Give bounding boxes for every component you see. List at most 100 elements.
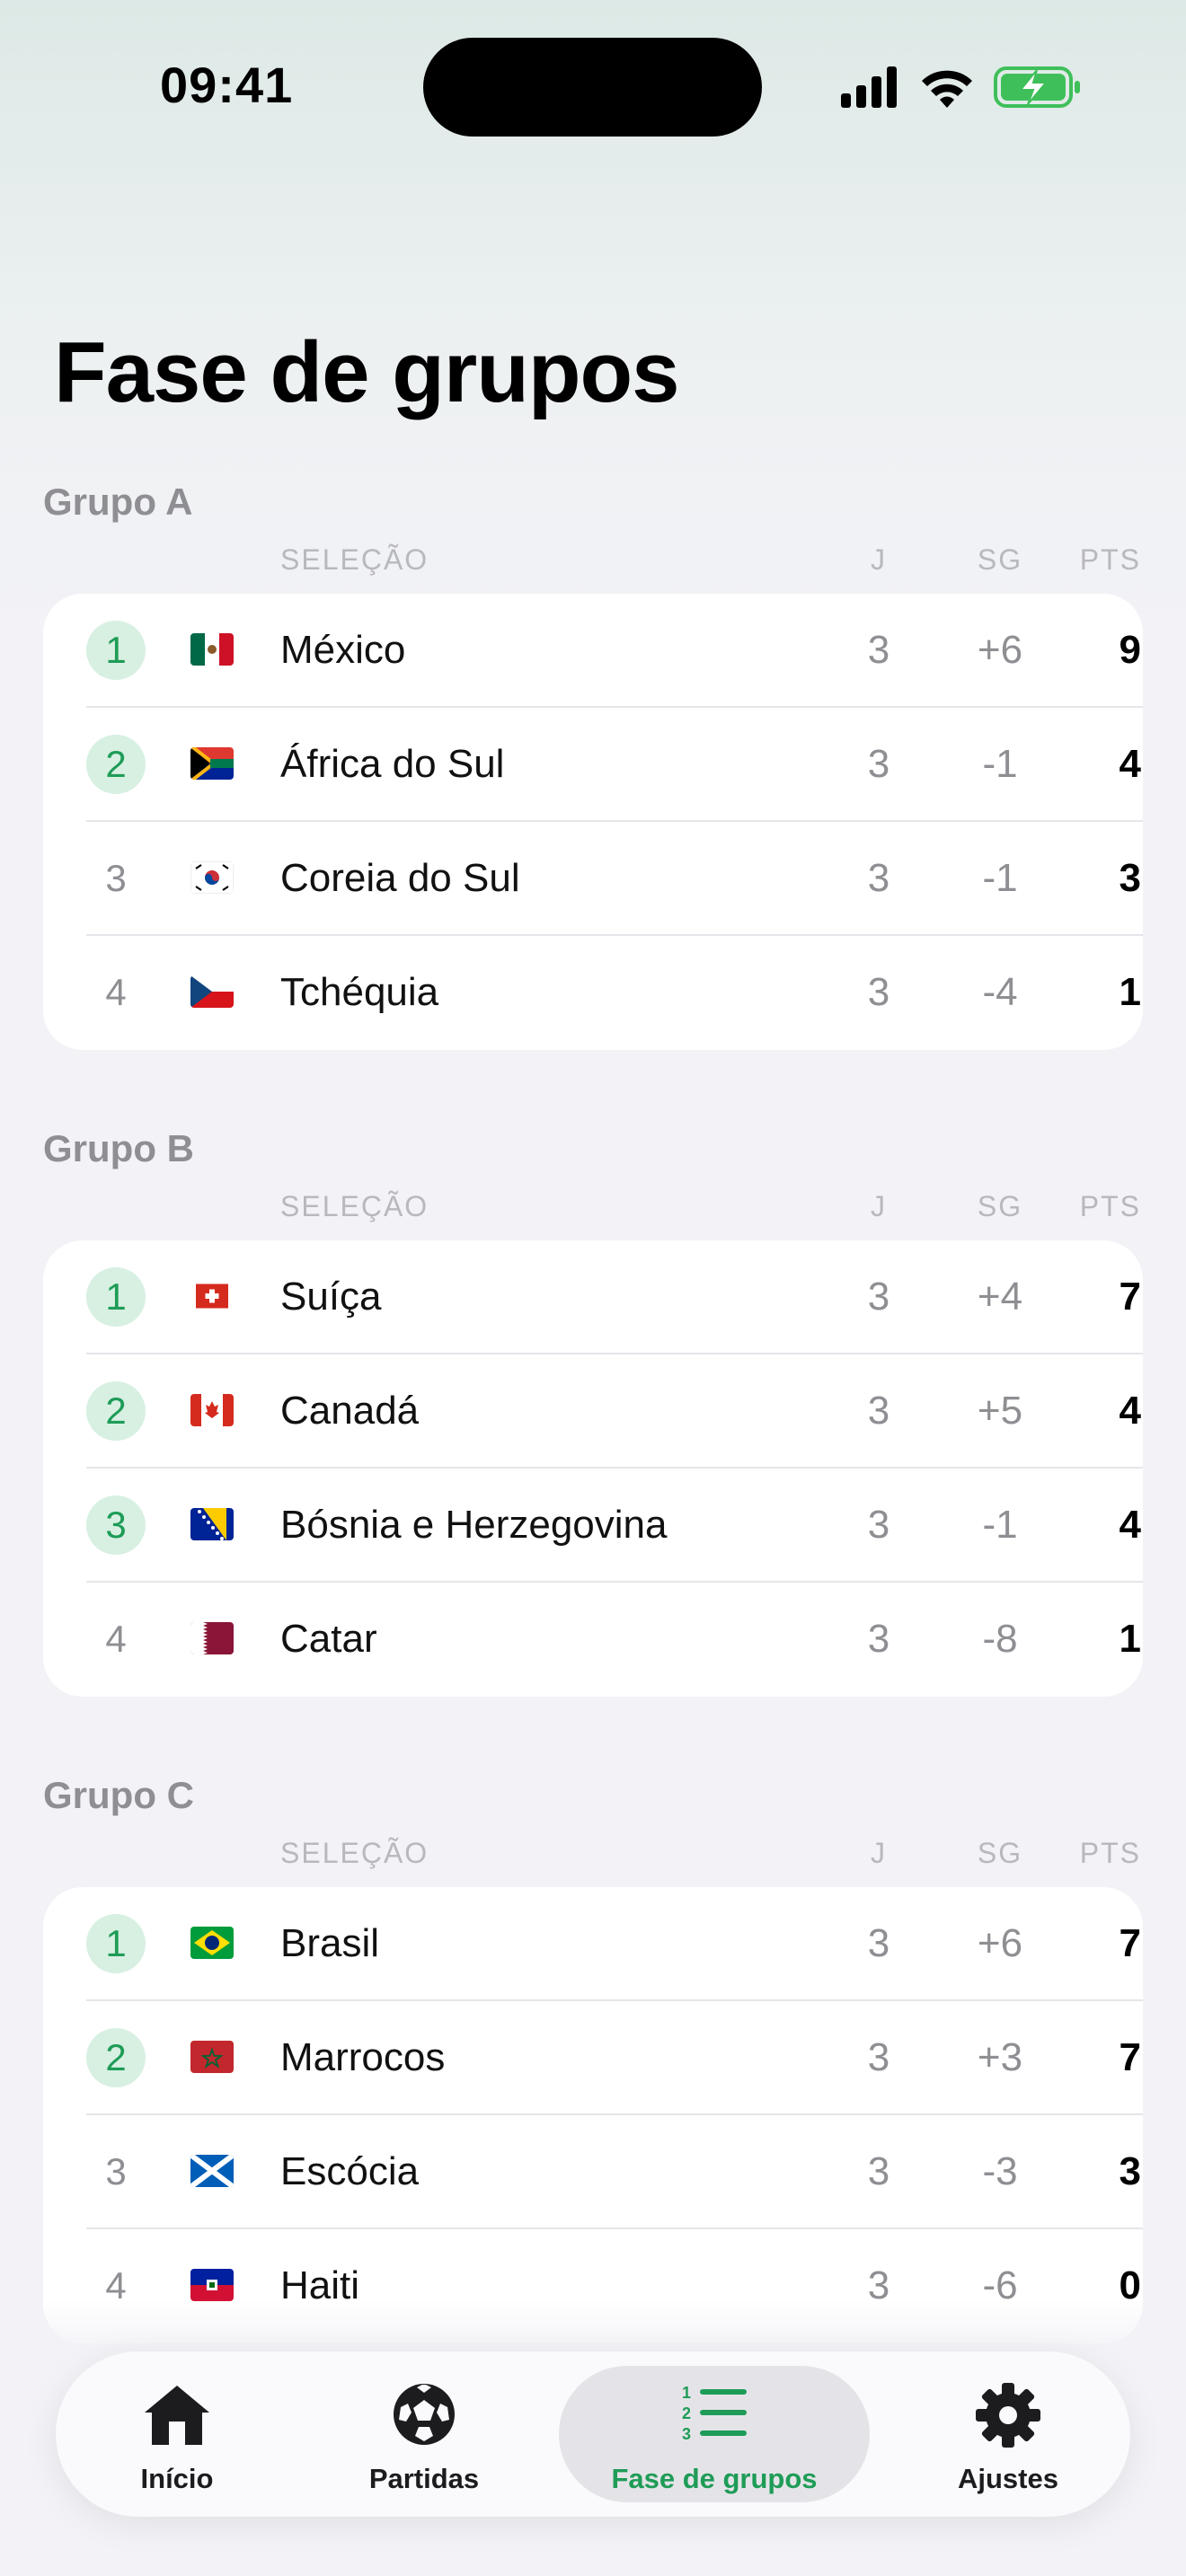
- team-name: África do Sul: [280, 742, 505, 786]
- battery-charging-icon: [994, 66, 1080, 108]
- played-value: 3: [867, 2149, 890, 2193]
- standings-table: 1 México 3 +6 9 2 África do Sul 3 -1 4 3…: [43, 594, 1143, 1050]
- team-name: Catar: [280, 1617, 377, 1661]
- team-name: México: [280, 628, 406, 672]
- standings-table: 1 Suíça 3 +4 7 2 Canadá 3 +5 4 3 Bósnia …: [43, 1240, 1143, 1697]
- column-header-points: PTS: [1079, 543, 1141, 576]
- standings-table: 1 Brasil 3 +6 7 2 Marrocos 3 +3 7 3 Escó…: [43, 1887, 1143, 2343]
- south-africa-flag-icon: [190, 747, 234, 780]
- table-row[interactable]: 3 Bósnia e Herzegovina 3 -1 4: [43, 1469, 1143, 1583]
- played-value: 3: [867, 1617, 890, 1661]
- table-row[interactable]: 1 México 3 +6 9: [43, 594, 1143, 708]
- played-value: 3: [867, 1503, 890, 1547]
- team-name: Escócia: [280, 2149, 420, 2193]
- tab-ajustes[interactable]: Ajustes: [918, 2351, 1098, 2517]
- table-row[interactable]: 2 África do Sul 3 -1 4: [43, 708, 1143, 822]
- position-badge: 1: [86, 1914, 146, 1973]
- points-value: 1: [1119, 970, 1141, 1014]
- tab-inicio[interactable]: Início: [92, 2351, 262, 2517]
- goal-diff-value: +5: [977, 1389, 1023, 1433]
- bosnia-flag-icon: [190, 1508, 234, 1540]
- position-badge: 2: [86, 2028, 146, 2087]
- column-header-team: SELEÇÃO: [280, 543, 429, 576]
- points-value: 7: [1119, 2035, 1141, 2079]
- position-badge: 1: [86, 1267, 146, 1327]
- status-time: 09:41: [160, 57, 294, 113]
- column-header-goal-diff: SG: [977, 1190, 1023, 1222]
- points-value: 3: [1119, 2149, 1141, 2193]
- goal-diff-value: +6: [977, 1921, 1023, 1965]
- column-header-goal-diff: SG: [977, 1837, 1023, 1869]
- played-value: 3: [867, 628, 890, 672]
- points-value: 7: [1119, 1921, 1141, 1965]
- team-name: Brasil: [280, 1921, 380, 1965]
- table-row[interactable]: 3 Coreia do Sul 3 -1 3: [43, 822, 1143, 936]
- position-badge: 3: [86, 1495, 146, 1555]
- team-name: Coreia do Sul: [280, 856, 520, 900]
- wifi-icon: [922, 70, 972, 108]
- column-header-played: J: [871, 1837, 887, 1869]
- tab-bar: Início Partidas 1 2 3 Fase de grupos Aju…: [56, 2351, 1130, 2517]
- soccer-ball-icon: [394, 2384, 455, 2445]
- goal-diff-value: -1: [982, 1503, 1018, 1547]
- table-row[interactable]: 1 Brasil 3 +6 7: [43, 1887, 1143, 2001]
- team-name: Tchéquia: [280, 970, 439, 1014]
- goal-diff-value: +6: [977, 628, 1023, 672]
- column-header-team: SELEÇÃO: [280, 1837, 429, 1869]
- played-value: 3: [867, 856, 890, 900]
- team-name: Bósnia e Herzegovina: [280, 1503, 668, 1547]
- dynamic-island: [423, 38, 762, 137]
- points-value: 1: [1119, 1617, 1141, 1661]
- canada-flag-icon: [190, 1394, 234, 1426]
- group-c: Grupo C SELEÇÃO J SG PTS 1 Brasil 3 +6 7…: [43, 1774, 1143, 2349]
- points-value: 3: [1119, 856, 1141, 900]
- team-name: Marrocos: [280, 2035, 446, 2079]
- goal-diff-value: -8: [982, 1617, 1018, 1661]
- group-title: Grupo B: [43, 1127, 194, 1169]
- column-header-points: PTS: [1079, 1837, 1141, 1869]
- house-icon: [145, 2386, 209, 2445]
- table-row[interactable]: 4 Tchéquia 3 -4 1: [43, 936, 1143, 1050]
- tab-label: Início: [140, 2463, 214, 2494]
- points-value: 4: [1119, 1389, 1141, 1433]
- svg-text:2: 2: [682, 2404, 691, 2422]
- switzerland-flag-icon: [196, 1284, 228, 1309]
- team-name: Canadá: [280, 1389, 420, 1433]
- tab-label: Fase de grupos: [611, 2463, 818, 2494]
- played-value: 3: [867, 1389, 890, 1433]
- column-header-played: J: [871, 543, 887, 576]
- column-header-team: SELEÇÃO: [280, 1190, 429, 1222]
- brazil-flag-icon: [190, 1927, 234, 1959]
- status-bar: 09:41: [0, 0, 1186, 171]
- column-header-points: PTS: [1079, 1190, 1141, 1222]
- group-b: Grupo B SELEÇÃO J SG PTS 1 Suíça 3 +4 7 …: [43, 1127, 1143, 1702]
- goal-diff-value: +4: [977, 1275, 1023, 1319]
- morocco-flag-icon: [190, 2041, 234, 2073]
- group-a: Grupo A SELEÇÃO J SG PTS 1 México 3 +6 9…: [43, 481, 1143, 1055]
- position-badge: 4: [105, 971, 127, 1013]
- group-title: Grupo C: [43, 1774, 194, 1816]
- mexico-flag-icon: [190, 633, 234, 666]
- goal-diff-value: -3: [982, 2149, 1018, 2193]
- tab-fase-de-grupos[interactable]: 1 2 3 Fase de grupos: [559, 2351, 870, 2517]
- tab-partidas[interactable]: Partidas: [334, 2351, 514, 2517]
- points-value: 7: [1119, 1275, 1141, 1319]
- table-row[interactable]: 2 Canadá 3 +5 4: [43, 1354, 1143, 1469]
- ranked-list-icon: 1 2 3: [682, 2384, 747, 2443]
- position-badge: 4: [105, 1618, 127, 1660]
- table-row[interactable]: 1 Suíça 3 +4 7: [43, 1240, 1143, 1354]
- position-badge: 3: [105, 2150, 127, 2192]
- played-value: 3: [867, 1275, 890, 1319]
- group-title: Grupo A: [43, 481, 193, 523]
- position-badge: 1: [86, 621, 146, 680]
- played-value: 3: [867, 1921, 890, 1965]
- table-row[interactable]: 2 Marrocos 3 +3 7: [43, 2001, 1143, 2115]
- tab-label: Partidas: [368, 2463, 480, 2494]
- points-value: 4: [1119, 1503, 1141, 1547]
- table-row[interactable]: 3 Escócia 3 -3 3: [43, 2115, 1143, 2229]
- table-row[interactable]: 4 Catar 3 -8 1: [43, 1583, 1143, 1697]
- cellular-signal-icon: [841, 66, 897, 108]
- svg-text:3: 3: [682, 2425, 691, 2443]
- column-header-goal-diff: SG: [977, 543, 1023, 576]
- south-korea-flag-icon: [190, 861, 234, 894]
